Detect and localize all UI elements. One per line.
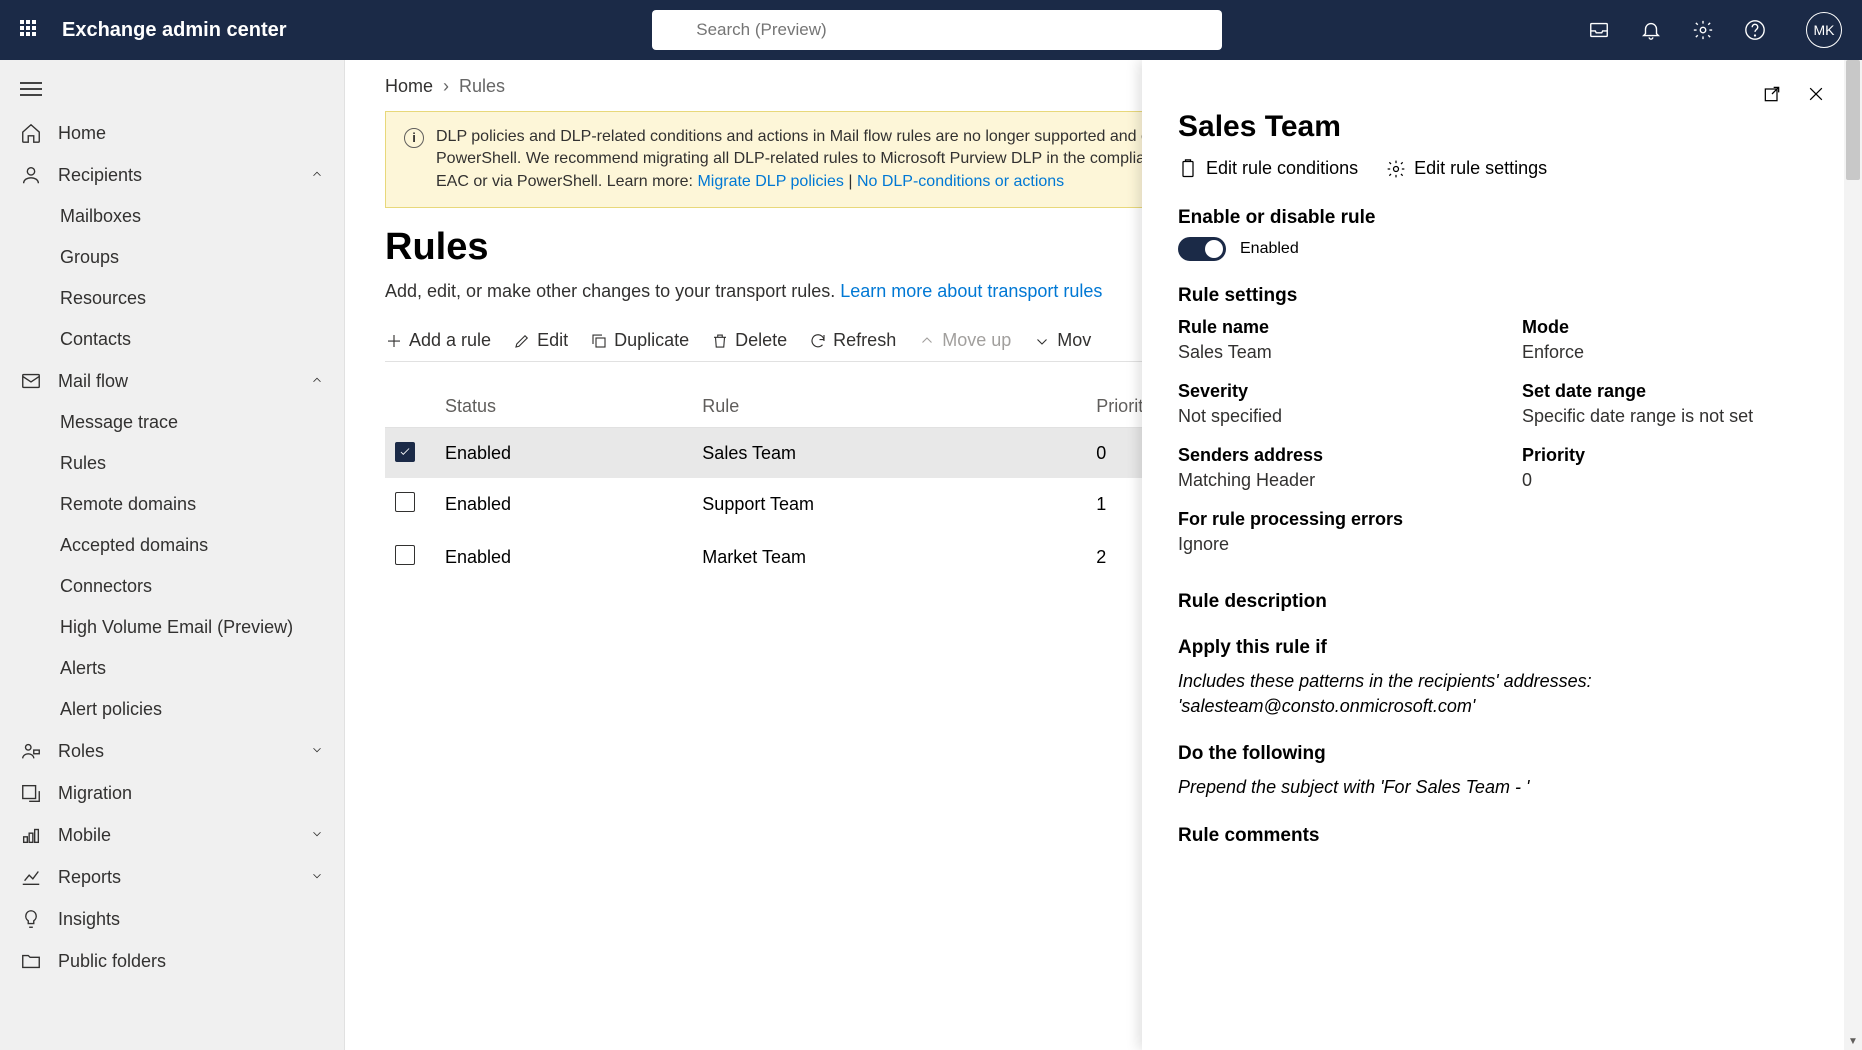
search-icon: [666, 20, 686, 40]
sidebar-item-label: Recipients: [58, 165, 142, 186]
search-input[interactable]: [696, 20, 1208, 40]
scroll-thumb[interactable]: [1846, 60, 1860, 180]
person-icon: [20, 164, 42, 186]
sidebar-item-reports[interactable]: Reports: [0, 856, 344, 898]
sidebar-item-label: Public folders: [58, 951, 166, 972]
refresh-button[interactable]: Refresh: [809, 330, 896, 351]
sidebar-item-migration[interactable]: Migration: [0, 772, 344, 814]
folder-icon: [20, 950, 42, 972]
row-checkbox[interactable]: [395, 442, 415, 462]
edit-settings-button[interactable]: Edit rule settings: [1386, 158, 1547, 179]
help-icon[interactable]: [1744, 19, 1766, 41]
search-box[interactable]: [652, 10, 1222, 50]
sidebar-item-mobile[interactable]: Mobile: [0, 814, 344, 856]
sidebar-item-hve[interactable]: High Volume Email (Preview): [0, 607, 344, 648]
sidebar-item-label: Mail flow: [58, 371, 128, 392]
tray-icon[interactable]: [1588, 19, 1610, 41]
moveup-button: Move up: [918, 330, 1011, 351]
do-heading: Do the following: [1178, 743, 1826, 765]
edit-conditions-button[interactable]: Edit rule conditions: [1178, 158, 1358, 179]
do-text: Prepend the subject with 'For Sales Team…: [1178, 775, 1826, 800]
duplicate-button[interactable]: Duplicate: [590, 330, 689, 351]
desc-heading: Rule description: [1178, 591, 1826, 613]
insights-icon: [20, 908, 42, 930]
link-migrate-dlp[interactable]: Migrate DLP policies: [697, 173, 843, 190]
movedown-button[interactable]: Mov: [1033, 330, 1091, 351]
enable-toggle[interactable]: [1178, 237, 1226, 261]
sidebar-item-public-folders[interactable]: Public folders: [0, 940, 344, 982]
scrollbar[interactable]: ▲ ▼: [1844, 60, 1862, 1050]
sidebar-item-alert-policies[interactable]: Alert policies: [0, 689, 344, 730]
col-status[interactable]: Status: [435, 386, 692, 428]
sidebar-item-accepted-domains[interactable]: Accepted domains: [0, 525, 344, 566]
sidebar-item-label: Reports: [58, 867, 121, 888]
gear-icon[interactable]: [1692, 19, 1714, 41]
details-panel: Sales Team Edit rule conditions Edit rul…: [1142, 60, 1862, 1050]
sidebar: Home Recipients Mailboxes Groups Resourc…: [0, 60, 345, 1050]
sidebar-item-message-trace[interactable]: Message trace: [0, 402, 344, 443]
row-checkbox[interactable]: [395, 545, 415, 565]
row-checkbox[interactable]: [395, 492, 415, 512]
link-learn-transport[interactable]: Learn more about transport rules: [840, 281, 1102, 301]
app-launcher-icon[interactable]: [20, 20, 40, 40]
mail-icon: [20, 370, 42, 392]
sidebar-item-label: Migration: [58, 783, 132, 804]
chevron-right-icon: ›: [443, 76, 449, 97]
close-icon[interactable]: [1806, 84, 1826, 104]
enable-state: Enabled: [1240, 240, 1299, 258]
header-actions: MK: [1588, 12, 1842, 48]
delete-button[interactable]: Delete: [711, 330, 787, 351]
popout-icon[interactable]: [1762, 84, 1782, 104]
sidebar-item-recipients[interactable]: Recipients: [0, 154, 344, 196]
bell-icon[interactable]: [1640, 19, 1662, 41]
sidebar-item-connectors[interactable]: Connectors: [0, 566, 344, 607]
sidebar-item-mailflow[interactable]: Mail flow: [0, 360, 344, 402]
home-icon: [20, 122, 42, 144]
breadcrumb-current: Rules: [459, 76, 505, 97]
sidebar-item-label: Home: [58, 123, 106, 144]
sidebar-item-rules[interactable]: Rules: [0, 443, 344, 484]
chevron-up-icon: [310, 165, 324, 186]
roles-icon: [20, 740, 42, 762]
comments-heading: Rule comments: [1178, 825, 1826, 847]
main-content: Home › Rules i DLP policies and DLP-rela…: [345, 60, 1862, 1050]
info-icon: i: [404, 128, 424, 148]
apply-text: Includes these patterns in the recipient…: [1178, 669, 1826, 719]
breadcrumb-home[interactable]: Home: [385, 76, 433, 97]
sidebar-item-label: Roles: [58, 741, 104, 762]
enable-heading: Enable or disable rule: [1178, 207, 1826, 229]
sidebar-item-groups[interactable]: Groups: [0, 237, 344, 278]
avatar[interactable]: MK: [1806, 12, 1842, 48]
sidebar-item-label: Mobile: [58, 825, 111, 846]
migration-icon: [20, 782, 42, 804]
sidebar-item-roles[interactable]: Roles: [0, 730, 344, 772]
hamburger-icon[interactable]: [0, 66, 344, 112]
sidebar-item-remote-domains[interactable]: Remote domains: [0, 484, 344, 525]
col-rule[interactable]: Rule: [692, 386, 1086, 428]
sidebar-item-mailboxes[interactable]: Mailboxes: [0, 196, 344, 237]
app-title: Exchange admin center: [62, 19, 287, 42]
add-rule-button[interactable]: Add a rule: [385, 330, 491, 351]
mobile-icon: [20, 824, 42, 846]
sidebar-item-resources[interactable]: Resources: [0, 278, 344, 319]
panel-title: Sales Team: [1178, 110, 1826, 144]
app-header: Exchange admin center MK: [0, 0, 1862, 60]
sidebar-item-contacts[interactable]: Contacts: [0, 319, 344, 360]
sidebar-item-home[interactable]: Home: [0, 112, 344, 154]
chevron-down-icon: [310, 825, 324, 846]
settings-heading: Rule settings: [1178, 285, 1826, 307]
edit-button[interactable]: Edit: [513, 330, 568, 351]
chevron-down-icon: [310, 741, 324, 762]
scroll-down-icon[interactable]: ▼: [1844, 1032, 1862, 1050]
sidebar-item-insights[interactable]: Insights: [0, 898, 344, 940]
apply-heading: Apply this rule if: [1178, 637, 1826, 659]
link-no-dlp[interactable]: No DLP-conditions or actions: [857, 173, 1064, 190]
sidebar-item-label: Insights: [58, 909, 120, 930]
chevron-up-icon: [310, 371, 324, 392]
chevron-down-icon: [310, 867, 324, 888]
reports-icon: [20, 866, 42, 888]
sidebar-item-alerts[interactable]: Alerts: [0, 648, 344, 689]
